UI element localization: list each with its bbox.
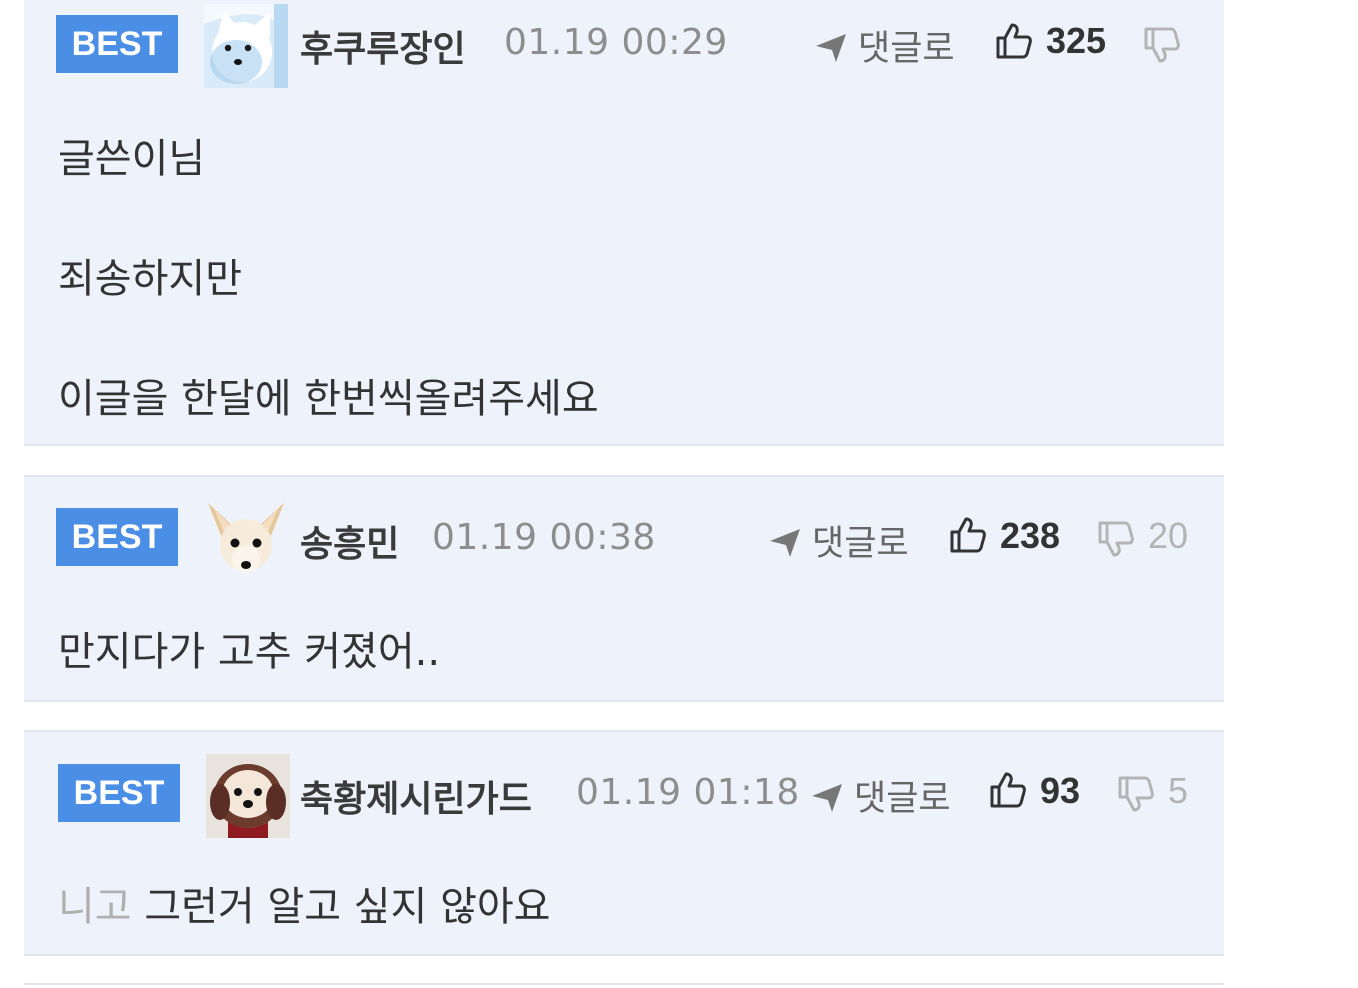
thumbs-up-icon[interactable] — [988, 770, 1028, 810]
reply-label: 댓글로 — [854, 779, 951, 819]
comment-text-line: 만지다가 고추 커졌어.. — [58, 629, 441, 675]
comment-text-main: 그런거 알고 싶지 않아요 — [144, 884, 551, 930]
dislike-count: 5 — [1168, 770, 1189, 811]
like-count: 238 — [1000, 515, 1061, 556]
reply-label: 댓글로 — [858, 29, 955, 69]
like-count: 325 — [1046, 20, 1107, 61]
comment-text-line: 죄송하지만 — [58, 256, 242, 302]
puppy-avatar[interactable] — [206, 754, 290, 838]
thumbs-down-icon[interactable] — [1142, 25, 1182, 65]
best-badge: BEST — [56, 508, 178, 566]
comment-text-line: 글쓴이님 — [58, 136, 206, 182]
username[interactable]: 송흥민 — [300, 515, 399, 567]
comment-text-prefix: 니고 — [58, 884, 132, 930]
reply-button[interactable]: 댓글로 — [810, 770, 951, 821]
thumbs-up-icon[interactable] — [994, 21, 1034, 61]
comment-card: BEST 축황제시린가드 01.19 01:18 댓글로 93 5 니고 그런거… — [24, 730, 1224, 956]
username[interactable]: 후쿠루장인 — [300, 20, 466, 72]
best-badge: BEST — [56, 15, 178, 73]
like-count: 93 — [1040, 770, 1081, 811]
chihuahua-avatar[interactable] — [204, 499, 288, 583]
thumbs-down-icon[interactable] — [1096, 519, 1136, 559]
reply-button[interactable]: 댓글로 — [814, 20, 955, 71]
dislike-count: 20 — [1148, 515, 1189, 556]
comment-date: 01.19 00:29 — [504, 22, 728, 63]
thumbs-up-icon[interactable] — [948, 515, 988, 555]
reply-button[interactable]: 댓글로 — [768, 515, 909, 566]
send-arrow-icon — [816, 34, 846, 62]
comment-text-line: 이글을 한달에 한번씩올려주세요 — [58, 376, 599, 422]
white-dog-avatar[interactable] — [204, 4, 288, 88]
send-arrow-icon — [812, 784, 842, 812]
next-comment-edge — [24, 983, 1224, 985]
comment-text-line: 니고 그런거 알고 싶지 않아요 — [58, 874, 550, 932]
comment-card: BEST 송흥민 01.19 00:38 댓글로 238 20 만지다가 고추 … — [24, 475, 1224, 702]
thumbs-down-icon[interactable] — [1116, 774, 1156, 814]
comment-date: 01.19 00:38 — [432, 517, 656, 558]
reply-label: 댓글로 — [812, 524, 909, 564]
comment-date: 01.19 01:18 — [576, 772, 800, 813]
best-badge: BEST — [58, 764, 180, 822]
send-arrow-icon — [770, 529, 800, 557]
username[interactable]: 축황제시린가드 — [300, 770, 532, 822]
comment-card: BEST 후쿠루장인 01.19 00:29 댓글로 325 글쓴이님 죄송하지… — [24, 0, 1224, 446]
